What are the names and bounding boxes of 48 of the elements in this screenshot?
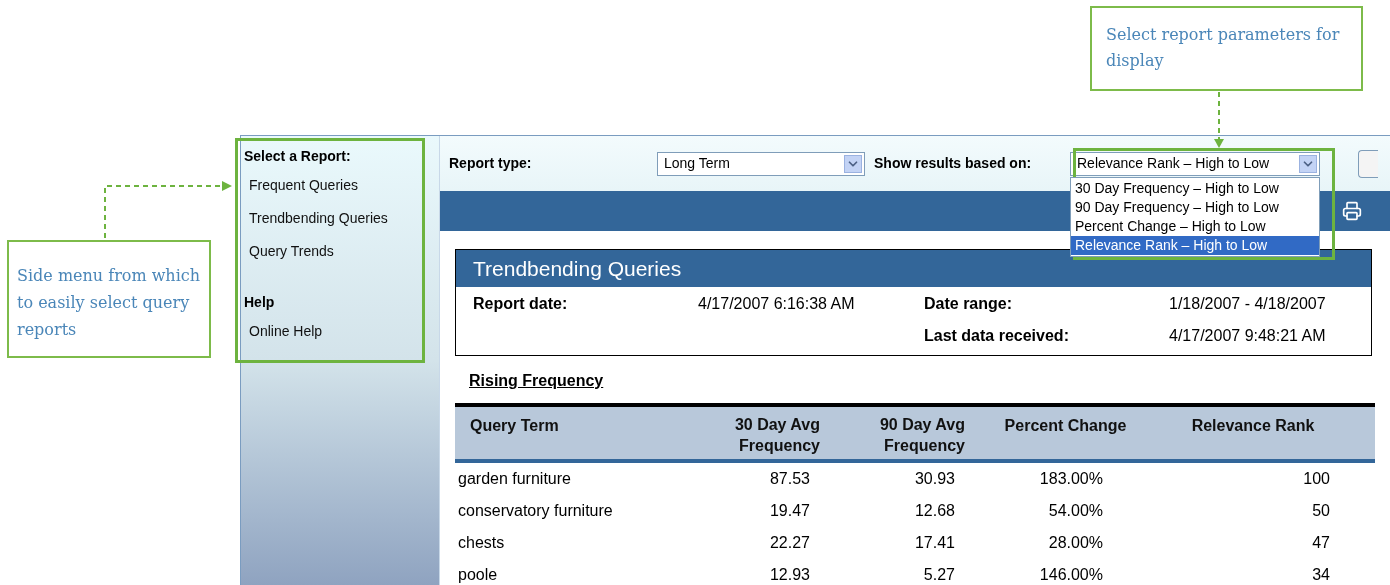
table-cell: 30.93: [914, 470, 955, 487]
column-header: 30 Day Avg Frequency: [733, 415, 820, 456]
table-cell: conservatory furniture: [458, 502, 613, 519]
meta-label: Last data received:: [924, 326, 1070, 346]
table-cell: 34: [1312, 566, 1330, 583]
table-cell: poole: [458, 566, 498, 583]
table-cell: 54.00%: [1048, 502, 1103, 519]
table-cell: 50: [1312, 502, 1330, 519]
table-cell: 100: [1303, 470, 1330, 487]
sidebar-link[interactable]: Frequent Queries: [249, 175, 439, 196]
table-cell: 19.47: [769, 502, 810, 519]
callout-text: Select report parameters for display: [1106, 24, 1341, 72]
sidebar-link[interactable]: Trendbending Queries: [249, 208, 439, 229]
table-cell: 146.00%: [1039, 566, 1103, 583]
column-header: Percent Change: [1004, 416, 1127, 436]
table-cell: 28.00%: [1048, 534, 1103, 551]
meta-label: Report date:: [473, 294, 569, 314]
meta-label: Date range:: [924, 294, 1014, 314]
meta-value: 4/17/2007 9:48:21 AM: [1169, 326, 1327, 346]
meta-value: 4/17/2007 6:16:38 AM: [698, 294, 856, 314]
sidebar-heading: Help: [244, 293, 276, 312]
sidebar-heading: Select a Report:: [244, 147, 352, 166]
table-cell: 12.68: [914, 502, 955, 519]
field-label: Show results based on:: [874, 154, 1033, 173]
table-cell: 5.27: [923, 566, 955, 583]
table-cell: garden furniture: [458, 470, 571, 487]
dropdown-option[interactable]: 30 Day Frequency – High to Low: [1071, 178, 1319, 198]
field-label: Report type:: [449, 154, 533, 173]
table-cell: 87.53: [769, 470, 810, 487]
table-cell: 47: [1312, 534, 1330, 551]
dropdown-option[interactable]: 90 Day Frequency – High to Low: [1071, 197, 1319, 217]
table-cell: 12.93: [769, 566, 810, 583]
sidebar-link[interactable]: Query Trends: [249, 241, 439, 262]
meta-value: 1/18/2007 - 4/18/2007: [1169, 294, 1327, 314]
select-field[interactable]: Long Term: [657, 151, 865, 176]
section-title: Rising Frequency: [469, 372, 604, 389]
sidebar-link[interactable]: Online Help: [249, 321, 439, 342]
table-cell: 183.00%: [1039, 470, 1103, 487]
table-cell: 17.41: [914, 534, 955, 551]
select-field[interactable]: Relevance Rank – High to Low: [1070, 151, 1320, 176]
dropdown-option[interactable]: Percent Change – High to Low: [1071, 216, 1319, 236]
table-cell: 22.27: [769, 534, 810, 551]
column-header: Query Term: [470, 416, 559, 436]
column-header: Relevance Rank: [1191, 416, 1315, 436]
callout-text: Side menu from which to easily select query reports: [17, 265, 201, 341]
column-header: 90 Day Avg Frequency: [878, 415, 965, 456]
table-cell: chests: [458, 534, 505, 551]
dropdown-option[interactable]: Relevance Rank – High to Low: [1071, 235, 1319, 255]
